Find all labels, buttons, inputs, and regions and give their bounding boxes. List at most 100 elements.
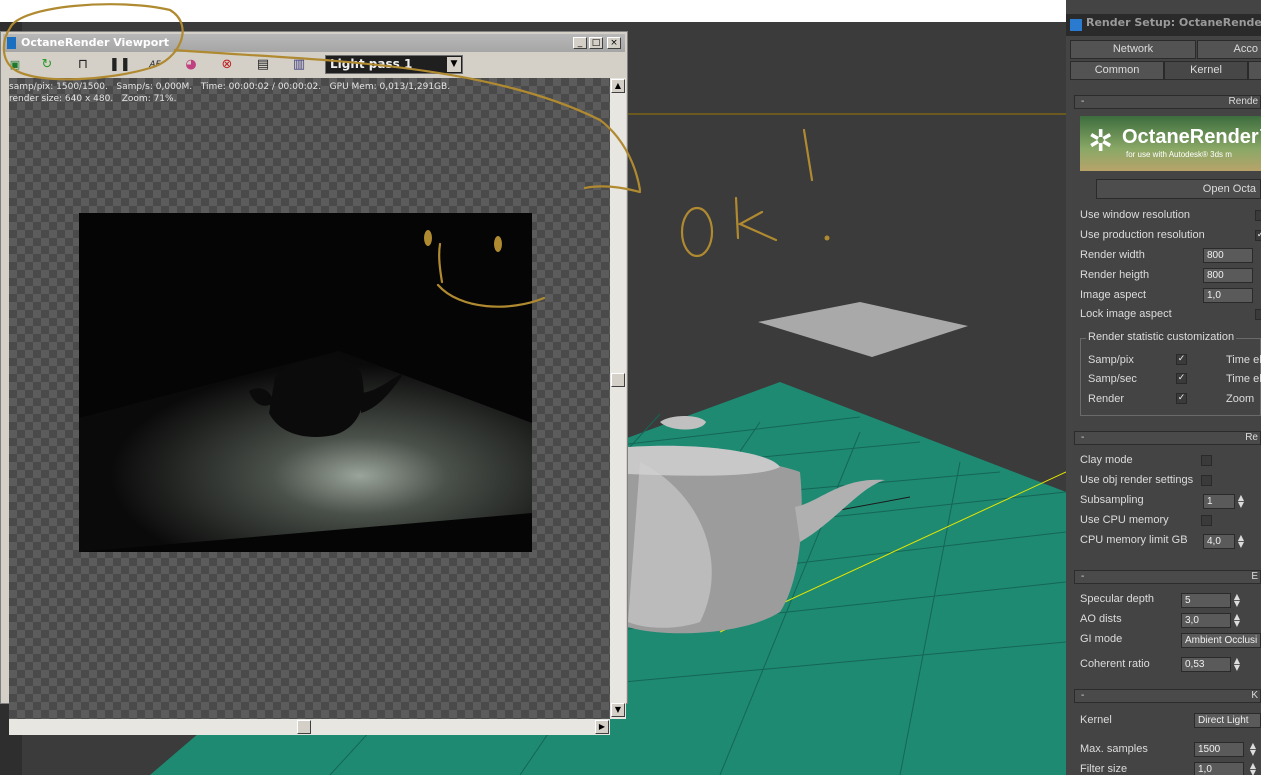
spinner-coherent-ratio-icon[interactable]: ▲ ▼: [1232, 657, 1242, 672]
label-ao-dists: AO dists: [1080, 613, 1122, 625]
refresh-icon[interactable]: ↻: [37, 55, 57, 75]
input-subsampling[interactable]: 1: [1203, 494, 1235, 509]
render-setup-titlebar[interactable]: Render Setup: OctaneRender 2: [1066, 14, 1261, 36]
input-cpu-memory-limit[interactable]: 4,0: [1203, 534, 1235, 549]
close-button[interactable]: ×: [607, 37, 621, 49]
input-render-height[interactable]: 800: [1203, 268, 1253, 283]
label-filter-size: Filter size: [1080, 763, 1128, 775]
checkbox-clay-mode[interactable]: [1201, 455, 1212, 466]
scroll-right-icon[interactable]: ▶: [595, 720, 609, 734]
rollout-k-title: K: [1251, 690, 1258, 701]
spinner-subsampling-icon[interactable]: ▲ ▼: [1236, 494, 1246, 509]
label-coherent-ratio: Coherent ratio: [1080, 658, 1150, 670]
octane-logo-icon: ✲: [1088, 124, 1114, 159]
label-render-height: Render heigth: [1080, 269, 1150, 281]
label-zoom: Zoom: [1226, 393, 1255, 405]
tab-common[interactable]: Common: [1070, 61, 1164, 80]
checkbox-render[interactable]: ✓: [1176, 393, 1187, 404]
input-image-aspect[interactable]: 1,0: [1203, 288, 1253, 303]
film-icon[interactable]: ▥: [289, 55, 309, 75]
checkbox-lock-image-aspect[interactable]: [1255, 309, 1261, 320]
octane-render-canvas[interactable]: samp/pix: 1500/1500. Samp/s: 0,000M. Tim…: [9, 78, 610, 719]
horizontal-scrollbar[interactable]: ▶: [9, 719, 610, 735]
region-icon[interactable]: ▤: [253, 55, 273, 75]
label-max-samples: Max. samples: [1080, 743, 1148, 755]
octane-viewport-window[interactable]: OctaneRender Viewport _ □ × ▣ ↻ ⊓ ❚❚ AF …: [0, 31, 628, 735]
label-use-obj-render-settings: Use obj render settings: [1080, 474, 1194, 486]
rollout-e[interactable]: - E: [1074, 570, 1261, 584]
stop-icon[interactable]: ⊗: [217, 55, 237, 75]
label-lock-image-aspect: Lock image aspect: [1080, 308, 1172, 320]
input-max-samples[interactable]: 1500: [1194, 742, 1244, 757]
stats-line-1: samp/pix: 1500/1500. Samp/s: 0,000M. Tim…: [9, 82, 451, 92]
input-render-width[interactable]: 800: [1203, 248, 1253, 263]
render-pass-value: Light pass 1: [330, 57, 413, 71]
render-setup-panel: Render Setup: OctaneRender 2 Network Acc…: [1066, 0, 1261, 775]
spinner-filter-size-icon[interactable]: ▲ ▼: [1248, 762, 1258, 775]
label-samp-sec: Samp/sec: [1088, 373, 1137, 385]
select-kernel[interactable]: Direct Light: [1194, 713, 1261, 728]
tab-kernel[interactable]: Kernel: [1164, 61, 1248, 80]
label-clay-mode: Clay mode: [1080, 454, 1133, 466]
label-render-width: Render width: [1080, 249, 1145, 261]
render-image: [79, 213, 532, 552]
rollout-k[interactable]: - K: [1074, 689, 1261, 703]
chevron-down-icon[interactable]: ▼: [447, 57, 461, 72]
spinner-cpu-memory-icon[interactable]: ▲ ▼: [1236, 534, 1246, 549]
tab-more[interactable]: [1248, 61, 1261, 80]
label-time-elapsed-1: Time ela: [1226, 354, 1261, 366]
window-title: OctaneRender Viewport: [21, 36, 170, 49]
tab-acco[interactable]: Acco: [1197, 40, 1261, 59]
lock-icon[interactable]: ⊓: [73, 55, 93, 75]
label-subsampling: Subsampling: [1080, 494, 1144, 506]
vertical-scroll-thumb[interactable]: [611, 373, 625, 387]
rollout-render[interactable]: - Rende: [1074, 95, 1261, 109]
spinner-ao-dists-icon[interactable]: ▲ ▼: [1232, 613, 1242, 628]
stat-group-title: Render statistic customization: [1086, 331, 1237, 343]
render-setup-title: Render Setup: OctaneRender 2: [1086, 16, 1261, 29]
input-filter-size[interactable]: 1,0: [1194, 762, 1244, 775]
spinner-specular-depth-icon[interactable]: ▲ ▼: [1232, 593, 1242, 608]
af-icon[interactable]: AF: [145, 55, 165, 75]
vertical-scrollbar[interactable]: ▲ ▼: [610, 78, 626, 719]
tab-network[interactable]: Network: [1070, 40, 1196, 59]
select-gi-mode[interactable]: Ambient Occlusi: [1181, 633, 1261, 648]
checkbox-samp-sec[interactable]: ✓: [1176, 373, 1187, 384]
app-icon: [7, 37, 16, 49]
logo-text: OctaneRender™: [1122, 126, 1261, 148]
color-wheel-icon[interactable]: ◕: [181, 55, 201, 75]
checkbox-use-cpu-memory[interactable]: [1201, 515, 1212, 526]
rollout-re[interactable]: - Re: [1074, 431, 1261, 445]
checkbox-use-window-resolution[interactable]: [1255, 210, 1261, 221]
checkbox-use-production-resolution[interactable]: ✓: [1255, 230, 1261, 241]
label-cpu-memory-limit: CPU memory limit GB: [1080, 534, 1188, 546]
app-icon: [1070, 19, 1082, 31]
rollout-render-title: Rende: [1228, 96, 1258, 107]
rollout-e-title: E: [1251, 571, 1258, 582]
open-octane-button[interactable]: Open Octa: [1096, 179, 1261, 199]
label-kernel: Kernel: [1080, 714, 1112, 726]
label-specular-depth: Specular depth: [1080, 593, 1154, 605]
save-icon[interactable]: ▣: [5, 55, 25, 75]
window-titlebar[interactable]: OctaneRender Viewport _ □ ×: [3, 34, 625, 52]
scroll-down-icon[interactable]: ▼: [611, 703, 625, 717]
logo-subtitle: for use with Autodesk® 3ds m: [1126, 150, 1232, 159]
input-ao-dists[interactable]: 3,0: [1181, 613, 1231, 628]
render-pass-select[interactable]: Light pass 1 ▼: [325, 55, 463, 74]
octane-toolbar: ▣ ↻ ⊓ ❚❚ AF ◕ ⊗ ▤ ▥ Light pass 1 ▼: [3, 53, 625, 77]
label-use-cpu-memory: Use CPU memory: [1080, 514, 1169, 526]
horizontal-scroll-thumb[interactable]: [297, 720, 311, 734]
pause-icon[interactable]: ❚❚: [109, 55, 131, 75]
minimize-button[interactable]: _: [573, 37, 587, 49]
scroll-up-icon[interactable]: ▲: [611, 79, 625, 93]
checkbox-samp-pix[interactable]: ✓: [1176, 354, 1187, 365]
spinner-max-samples-icon[interactable]: ▲ ▼: [1248, 742, 1258, 757]
checkbox-use-obj-render-settings[interactable]: [1201, 475, 1212, 486]
label-samp-pix: Samp/pix: [1088, 354, 1134, 366]
maximize-button[interactable]: □: [589, 37, 603, 49]
label-use-window-resolution: Use window resolution: [1080, 209, 1191, 221]
label-image-aspect: Image aspect: [1080, 289, 1147, 301]
input-specular-depth[interactable]: 5: [1181, 593, 1231, 608]
input-coherent-ratio[interactable]: 0,53: [1181, 657, 1231, 672]
render-stats: samp/pix: 1500/1500. Samp/s: 0,000M. Tim…: [9, 81, 450, 105]
